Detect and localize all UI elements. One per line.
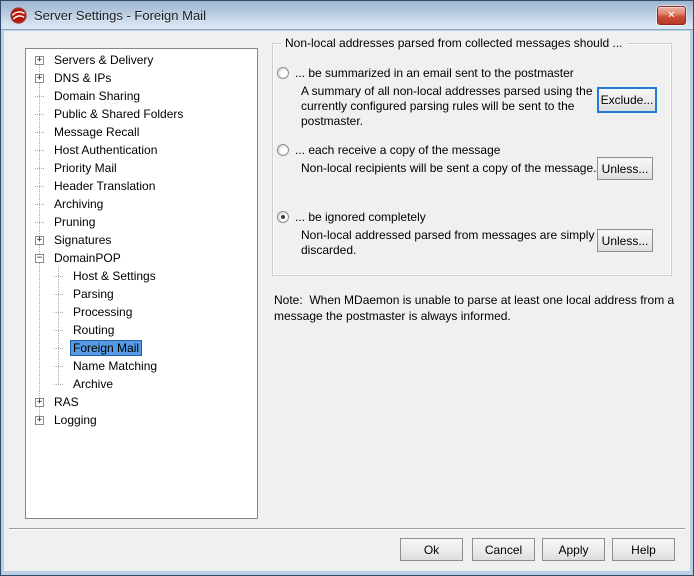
radio-receive-copy-label[interactable]: ... each receive a copy of the message [295,143,500,157]
tree-connector [35,186,44,187]
dialog-client: + Servers & Delivery + DNS & IPs Domain Shar… [4,31,690,571]
nonlocal-addresses-groupbox: Non-local addresses parsed from collecte… [272,43,672,276]
expand-icon[interactable]: + [35,416,44,425]
radio-summarize[interactable] [277,67,289,79]
tree-item-domain-sharing[interactable]: Domain Sharing [26,87,257,105]
tree-item-label: Signatures [51,232,114,248]
expand-icon[interactable]: + [35,56,44,65]
tree-item-archive[interactable]: Archive [26,375,257,393]
tree-item-label: Host & Settings [70,268,159,284]
tree-item-ras[interactable]: + RAS [26,393,257,411]
tree-item-label: Priority Mail [51,160,120,176]
tree-item-host-settings[interactable]: Host & Settings [26,267,257,285]
tree-item-label: Public & Shared Folders [51,106,186,122]
tree-item-name-matching[interactable]: Name Matching [26,357,257,375]
exclude-button[interactable]: Exclude... [597,87,657,113]
tree-item-label: Archiving [51,196,106,212]
unless-button-copy[interactable]: Unless... [597,157,653,180]
close-icon: ✕ [667,10,675,21]
tree-item-priority-mail[interactable]: Priority Mail [26,159,257,177]
tree-connector [35,132,44,133]
tree-connector [54,330,63,331]
tree-item-logging[interactable]: + Logging [26,411,257,429]
close-button[interactable]: ✕ [657,6,686,25]
tree-item-routing[interactable]: Routing [26,321,257,339]
tree-item-label: Archive [70,376,116,392]
option-ignore-description: Non-local addressed parsed from messages… [301,228,603,258]
expand-icon[interactable]: + [35,236,44,245]
tree-connector [35,222,44,223]
radio-receive-copy[interactable] [277,144,289,156]
tree-connector [35,114,44,115]
tree-item-label: Processing [70,304,135,320]
tree-item-label: Routing [70,322,117,338]
tree-item-archiving[interactable]: Archiving [26,195,257,213]
tree-item-host-authentication[interactable]: Host Authentication [26,141,257,159]
tree-item-label: DomainPOP [51,250,124,266]
expand-icon[interactable]: + [35,398,44,407]
tree-connector [54,366,63,367]
settings-tree: + Servers & Delivery + DNS & IPs Domain Shar… [25,48,258,519]
tree-item-servers-delivery[interactable]: + Servers & Delivery [26,51,257,69]
tree-item-label: Name Matching [70,358,160,374]
tree-item-signatures[interactable]: + Signatures [26,231,257,249]
radio-ignore[interactable] [277,211,289,223]
tree-item-label: Domain Sharing [51,88,143,104]
tree-item-label: Message Recall [51,124,142,140]
ok-button[interactable]: Ok [400,538,463,561]
window-title: Server Settings - Foreign Mail [34,8,206,23]
tree-connector [54,312,63,313]
radio-ignore-label[interactable]: ... be ignored completely [295,210,426,224]
radio-summarize-label[interactable]: ... be summarized in an email sent to th… [295,66,574,80]
tree-item-dns-ips[interactable]: + DNS & IPs [26,69,257,87]
postmaster-note: Note: When MDaemon is unable to parse at… [274,292,694,324]
tree-item-label: Logging [51,412,100,428]
cancel-button[interactable]: Cancel [472,538,535,561]
tree-connector [54,276,63,277]
tree-connector [35,96,44,97]
footer-divider [9,528,685,529]
tree-connector [35,168,44,169]
tree-item-label: Parsing [70,286,117,302]
mdaemon-logo-icon [10,7,27,24]
tree-item-message-recall[interactable]: Message Recall [26,123,257,141]
help-button[interactable]: Help [612,538,675,561]
tree-item-label: Pruning [51,214,98,230]
collapse-icon[interactable]: − [35,254,44,263]
tree-item-public-shared-folders[interactable]: Public & Shared Folders [26,105,257,123]
tree-item-label: Host Authentication [51,142,160,158]
tree-item-domainpop[interactable]: −DomainPOP [26,249,257,267]
option-summarize-description: A summary of all non-local addresses par… [301,84,603,129]
tree-connector [54,294,63,295]
tree-connector [54,384,63,385]
expand-icon[interactable]: + [35,74,44,83]
tree-item-label: RAS [51,394,82,410]
titlebar[interactable]: Server Settings - Foreign Mail ✕ [1,1,693,30]
tree-item-label: Header Translation [51,178,158,194]
tree-connector [54,348,63,349]
option-receive-copy: ... each receive a copy of the message N… [277,143,596,176]
option-ignore: ... be ignored completely Non-local addr… [277,210,603,258]
apply-button[interactable]: Apply [542,538,605,561]
unless-button-ignore[interactable]: Unless... [597,229,653,252]
option-summarize: ... be summarized in an email sent to th… [277,66,603,129]
tree-item-pruning[interactable]: Pruning [26,213,257,231]
tree-connector [35,204,44,205]
tree-item-label: Foreign Mail [70,340,142,356]
tree-item-foreign-mail[interactable]: Foreign Mail [26,339,257,357]
groupbox-title: Non-local addresses parsed from collecte… [281,36,627,50]
tree-item-header-translation[interactable]: Header Translation [26,177,257,195]
server-settings-dialog: Server Settings - Foreign Mail ✕ + Server… [0,0,694,576]
tree-item-label: DNS & IPs [51,70,114,86]
tree-item-label: Servers & Delivery [51,52,156,68]
tree-item-parsing[interactable]: Parsing [26,285,257,303]
tree-item-processing[interactable]: Processing [26,303,257,321]
tree-connector [35,150,44,151]
option-receive-copy-description: Non-local recipients will be sent a copy… [301,161,596,176]
